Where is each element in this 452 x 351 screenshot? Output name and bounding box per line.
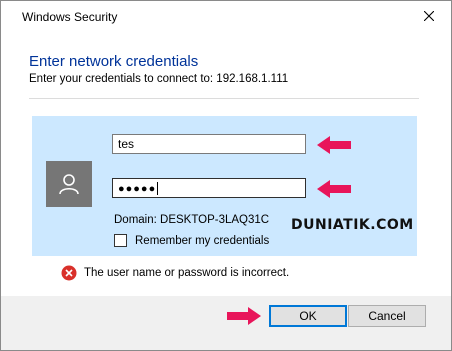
error-message: The user name or password is incorrect. bbox=[61, 265, 289, 281]
password-value: ●●●●● bbox=[118, 183, 157, 195]
remember-label: Remember my credentials bbox=[135, 234, 270, 247]
ok-button[interactable]: OK bbox=[269, 305, 347, 327]
error-text: The user name or password is incorrect. bbox=[84, 267, 290, 279]
avatar bbox=[46, 161, 92, 207]
remember-checkbox[interactable] bbox=[114, 234, 127, 247]
divider bbox=[29, 98, 419, 99]
window-title: Windows Security bbox=[22, 10, 118, 24]
credential-panel: tes ●●●●● Domain: DESKTOP-3LAQ31C Rememb… bbox=[32, 116, 417, 256]
cancel-button[interactable]: Cancel bbox=[348, 305, 426, 327]
title-bar: Windows Security bbox=[1, 1, 451, 31]
arrow-icon bbox=[317, 136, 351, 154]
button-bar: OK Cancel bbox=[1, 296, 451, 350]
arrow-icon bbox=[227, 307, 261, 325]
watermark-text: DUNIATIK.COM bbox=[291, 217, 414, 233]
error-icon bbox=[61, 265, 77, 281]
dialog-subtitle: Enter your credentials to connect to: 19… bbox=[29, 73, 289, 85]
user-icon bbox=[59, 174, 79, 195]
credentials-dialog: Windows Security Enter network credentia… bbox=[0, 0, 452, 351]
remember-option[interactable]: Remember my credentials bbox=[114, 234, 269, 247]
password-field[interactable]: ●●●●● bbox=[112, 178, 306, 198]
username-value: tes bbox=[118, 137, 135, 151]
arrow-icon bbox=[317, 180, 351, 198]
close-icon bbox=[424, 11, 434, 21]
dialog-heading: Enter network credentials bbox=[29, 53, 199, 70]
username-field[interactable]: tes bbox=[112, 134, 306, 154]
text-caret bbox=[157, 182, 159, 196]
close-button[interactable] bbox=[409, 3, 449, 29]
domain-label: Domain: DESKTOP-3LAQ31C bbox=[114, 214, 270, 226]
